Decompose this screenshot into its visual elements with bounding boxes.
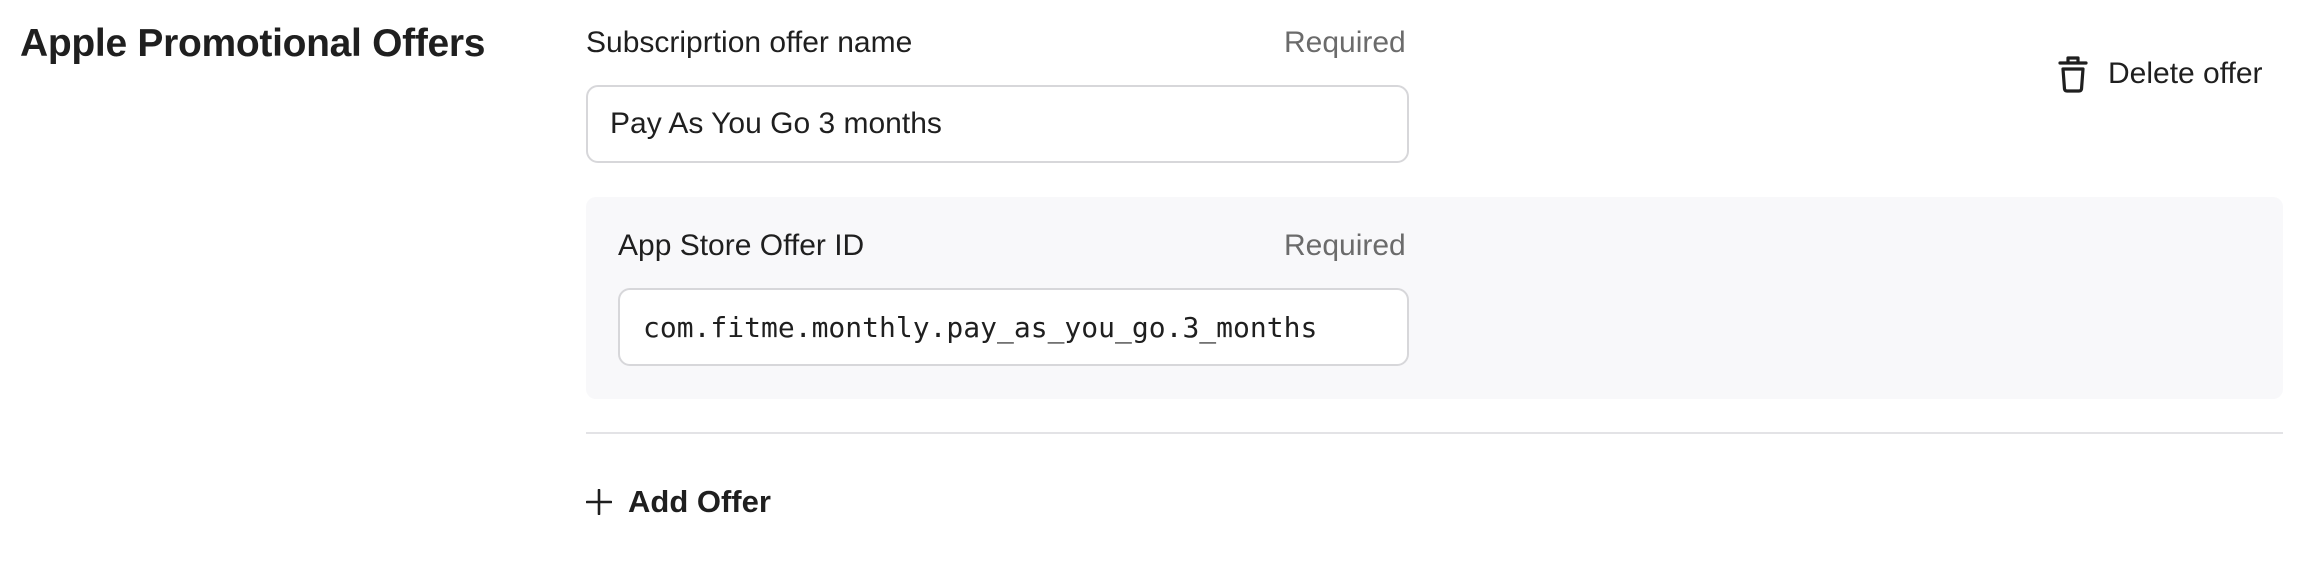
delete-offer-button[interactable]: Delete offer xyxy=(2058,55,2263,93)
offer-id-required: Required xyxy=(1284,229,1406,262)
offer-name-label: Subscriprtion offer name xyxy=(586,26,913,59)
offer-name-required: Required xyxy=(1284,26,1406,59)
delete-offer-label: Delete offer xyxy=(2108,57,2263,90)
add-offer-button[interactable]: Add Offer xyxy=(586,484,771,520)
offer-id-input[interactable]: com.fitme.monthly.pay_as_you_go.3_months xyxy=(618,288,1409,366)
plus-icon xyxy=(586,489,612,515)
section-divider xyxy=(586,432,2283,434)
offer-name-input[interactable]: Pay As You Go 3 months xyxy=(586,85,1409,163)
add-offer-label: Add Offer xyxy=(628,484,771,519)
offer-id-value: com.fitme.monthly.pay_as_you_go.3_months xyxy=(643,310,1318,344)
offer-name-value: Pay As You Go 3 months xyxy=(610,107,942,140)
trash-icon xyxy=(2058,55,2088,93)
section-title: Apple Promotional Offers xyxy=(20,22,486,65)
offer-id-label: App Store Offer ID xyxy=(618,229,865,262)
